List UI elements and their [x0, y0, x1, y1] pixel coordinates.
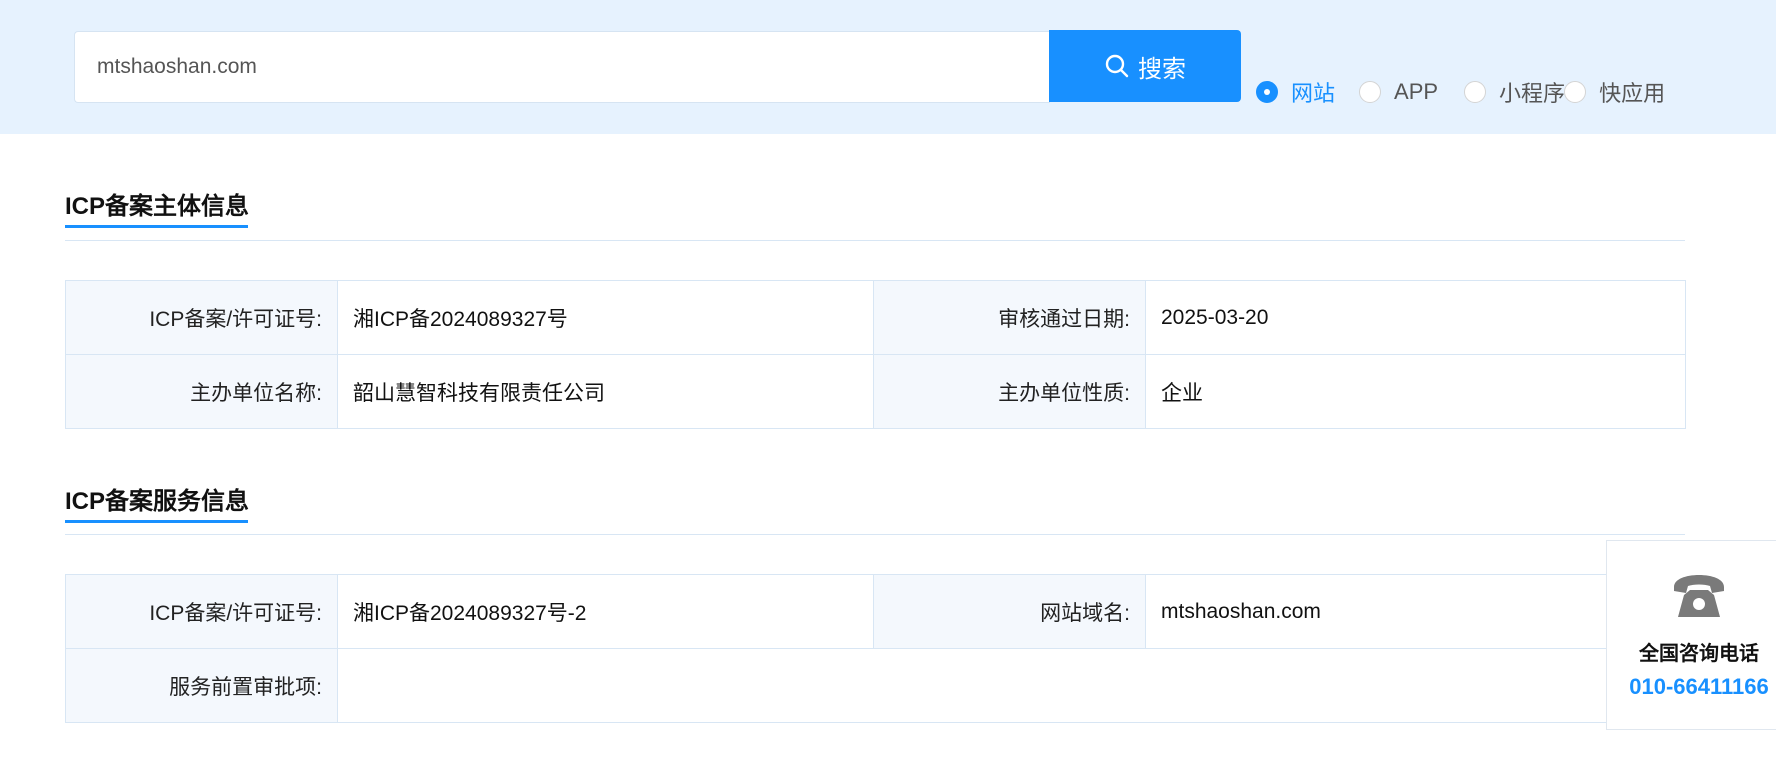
radio-indicator	[1564, 81, 1587, 103]
license-label: ICP备案/许可证号:	[65, 280, 338, 355]
search-band: mtshaoshan.com 搜索 网站 APP 小程序 快应用	[0, 0, 1776, 134]
consult-title: 全国咨询电话	[1639, 643, 1759, 665]
table-row: 服务前置审批项:	[65, 648, 1686, 723]
org-nature-label: 主办单位性质:	[873, 354, 1146, 429]
service-info-table: ICP备案/许可证号: 湘ICP备2024089327号-2 网站域名: mts…	[65, 574, 1686, 723]
radio-indicator	[1359, 81, 1382, 103]
org-name-label: 主办单位名称:	[65, 354, 338, 429]
radio-quick-app[interactable]: 快应用	[1564, 76, 1665, 108]
table-row: ICP备案/许可证号: 湘ICP备2024089327号-2 网站域名: mts…	[65, 574, 1686, 649]
radio-indicator	[1256, 81, 1278, 103]
radio-app[interactable]: APP	[1359, 79, 1438, 105]
table-row: 主办单位名称: 韶山慧智科技有限责任公司 主办单位性质: 企业	[65, 354, 1686, 429]
radio-website[interactable]: 网站	[1256, 76, 1335, 108]
search-input-value: mtshaoshan.com	[97, 55, 257, 78]
search-input[interactable]: mtshaoshan.com	[74, 31, 1050, 103]
approval-date-label: 审核通过日期:	[873, 280, 1146, 355]
service-license-label: ICP备案/许可证号:	[65, 574, 338, 649]
section-title-underline	[65, 225, 248, 228]
table-row: ICP备案/许可证号: 湘ICP备2024089327号 审核通过日期: 202…	[65, 280, 1686, 355]
consult-phone-widget[interactable]: 全国咨询电话 010-66411166	[1606, 540, 1776, 730]
domain-label: 网站域名:	[873, 574, 1146, 649]
license-value: 湘ICP备2024089327号	[337, 280, 874, 355]
pre-approval-label: 服务前置审批项:	[65, 648, 338, 723]
org-name-value: 韶山慧智科技有限责任公司	[337, 354, 874, 429]
search-icon	[1105, 54, 1129, 78]
section-divider	[65, 534, 1685, 535]
section-title-service: ICP备案服务信息	[65, 488, 250, 515]
type-radio-group: 网站 APP 小程序 快应用	[1256, 76, 1665, 108]
section-divider	[65, 240, 1685, 241]
service-license-value: 湘ICP备2024089327号-2	[337, 574, 874, 649]
radio-quick-app-label: 快应用	[1599, 81, 1666, 106]
search-button[interactable]: 搜索	[1049, 30, 1241, 102]
radio-app-label: APP	[1394, 79, 1439, 104]
pre-approval-value	[337, 648, 1686, 723]
subject-info-table: ICP备案/许可证号: 湘ICP备2024089327号 审核通过日期: 202…	[65, 280, 1686, 429]
approval-date-value: 2025-03-20	[1145, 280, 1686, 355]
consult-phone-number[interactable]: 010-66411166	[1607, 674, 1776, 700]
radio-mini-program[interactable]: 小程序	[1464, 76, 1565, 108]
radio-mini-program-label: 小程序	[1499, 81, 1566, 106]
domain-value: mtshaoshan.com	[1145, 574, 1686, 649]
section-title-subject: ICP备案主体信息	[65, 193, 250, 220]
radio-indicator	[1464, 81, 1487, 103]
org-nature-value: 企业	[1145, 354, 1686, 429]
section-title-underline	[65, 520, 248, 523]
radio-website-label: 网站	[1291, 81, 1336, 106]
phone-icon	[1674, 575, 1724, 617]
search-button-label: 搜索	[1138, 55, 1186, 83]
